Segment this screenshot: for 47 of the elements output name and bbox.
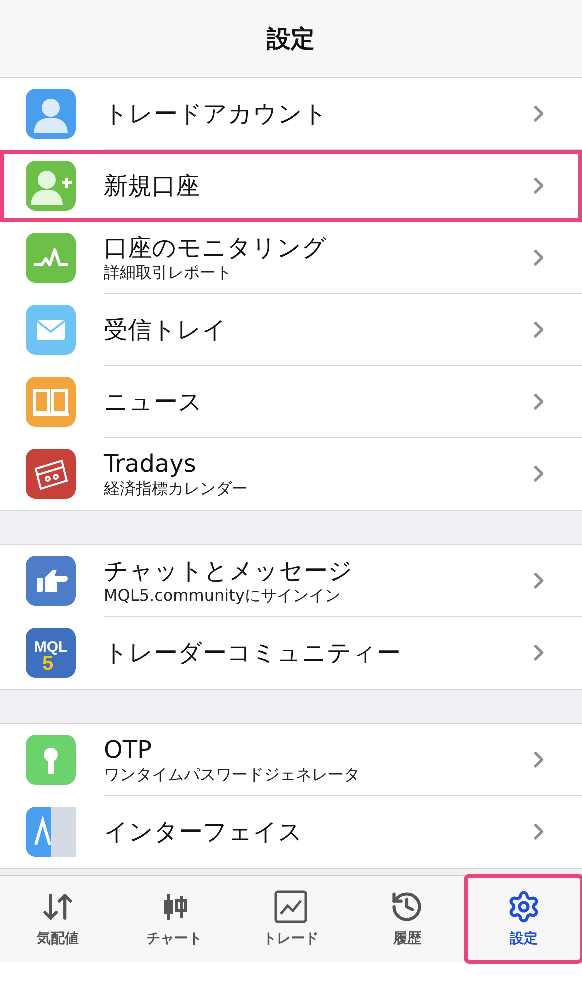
row-title: Tradays — [104, 449, 198, 479]
person-icon — [26, 89, 76, 139]
line-chart-icon — [274, 890, 308, 924]
hand-icon — [26, 556, 76, 606]
settings-row[interactable]: インターフェイス — [0, 796, 582, 868]
row-title: 口座のモニタリング — [104, 232, 328, 262]
settings-row[interactable]: 口座のモニタリング 詳細取引レポート — [0, 222, 582, 294]
row-subtitle: 詳細取引レポート — [104, 262, 233, 282]
tab-label: チャート — [146, 930, 203, 948]
row-title: ニュース — [104, 386, 204, 416]
row-subtitle: ワンタイムパスワードジェネレータ — [104, 764, 361, 784]
row-subtitle: MQL5.communityにサインイン — [104, 586, 342, 606]
tab[interactable]: トレード — [232, 876, 350, 962]
keyhole-icon — [26, 735, 76, 785]
translate-icon — [26, 807, 76, 857]
tab-label: 設定 — [510, 930, 538, 948]
row-title: OTP — [104, 734, 154, 764]
mail-icon — [26, 305, 76, 355]
row-subtitle: 経済指標カレンダー — [104, 479, 249, 499]
page-title: 設定 — [267, 24, 315, 54]
settings-row[interactable]: 受信トレイ — [0, 294, 582, 366]
logo-icon: MQL 5 — [26, 628, 76, 678]
row-title: 新規口座 — [104, 170, 201, 200]
settings-row[interactable]: Tradays 経済指標カレンダー — [0, 438, 582, 510]
row-title: トレードアカウント — [104, 98, 329, 128]
row-title: 受信トレイ — [104, 314, 228, 344]
tab-label: 気配値 — [37, 930, 80, 948]
tab-label: 履歴 — [393, 930, 422, 948]
history-icon — [390, 890, 424, 924]
settings-row[interactable]: チャットとメッセージ MQL5.communityにサインイン — [0, 545, 582, 617]
tab[interactable]: 設定 — [466, 876, 582, 962]
row-title: インターフェイス — [104, 817, 304, 847]
settings-row[interactable]: 新規口座 — [0, 150, 582, 222]
book-icon — [26, 377, 76, 427]
tab-label: トレード — [262, 930, 319, 948]
row-title: チャットとメッセージ — [104, 556, 354, 586]
settings-row[interactable]: OTP ワンタイムパスワードジェネレータ — [0, 724, 582, 796]
settings-row[interactable]: ニュース — [0, 366, 582, 438]
tab[interactable]: チャート — [116, 876, 233, 962]
tab[interactable]: 気配値 — [0, 876, 116, 962]
calendar-icon — [26, 449, 76, 499]
pulse-icon — [26, 233, 76, 283]
settings-row[interactable]: MQL 5 トレーダーコミュニティー — [0, 617, 582, 689]
row-title: トレーダーコミュニティー — [104, 638, 402, 668]
settings-row[interactable]: トレードアカウント — [0, 78, 582, 150]
person-add-icon — [26, 161, 76, 211]
tab[interactable]: 履歴 — [349, 876, 466, 962]
